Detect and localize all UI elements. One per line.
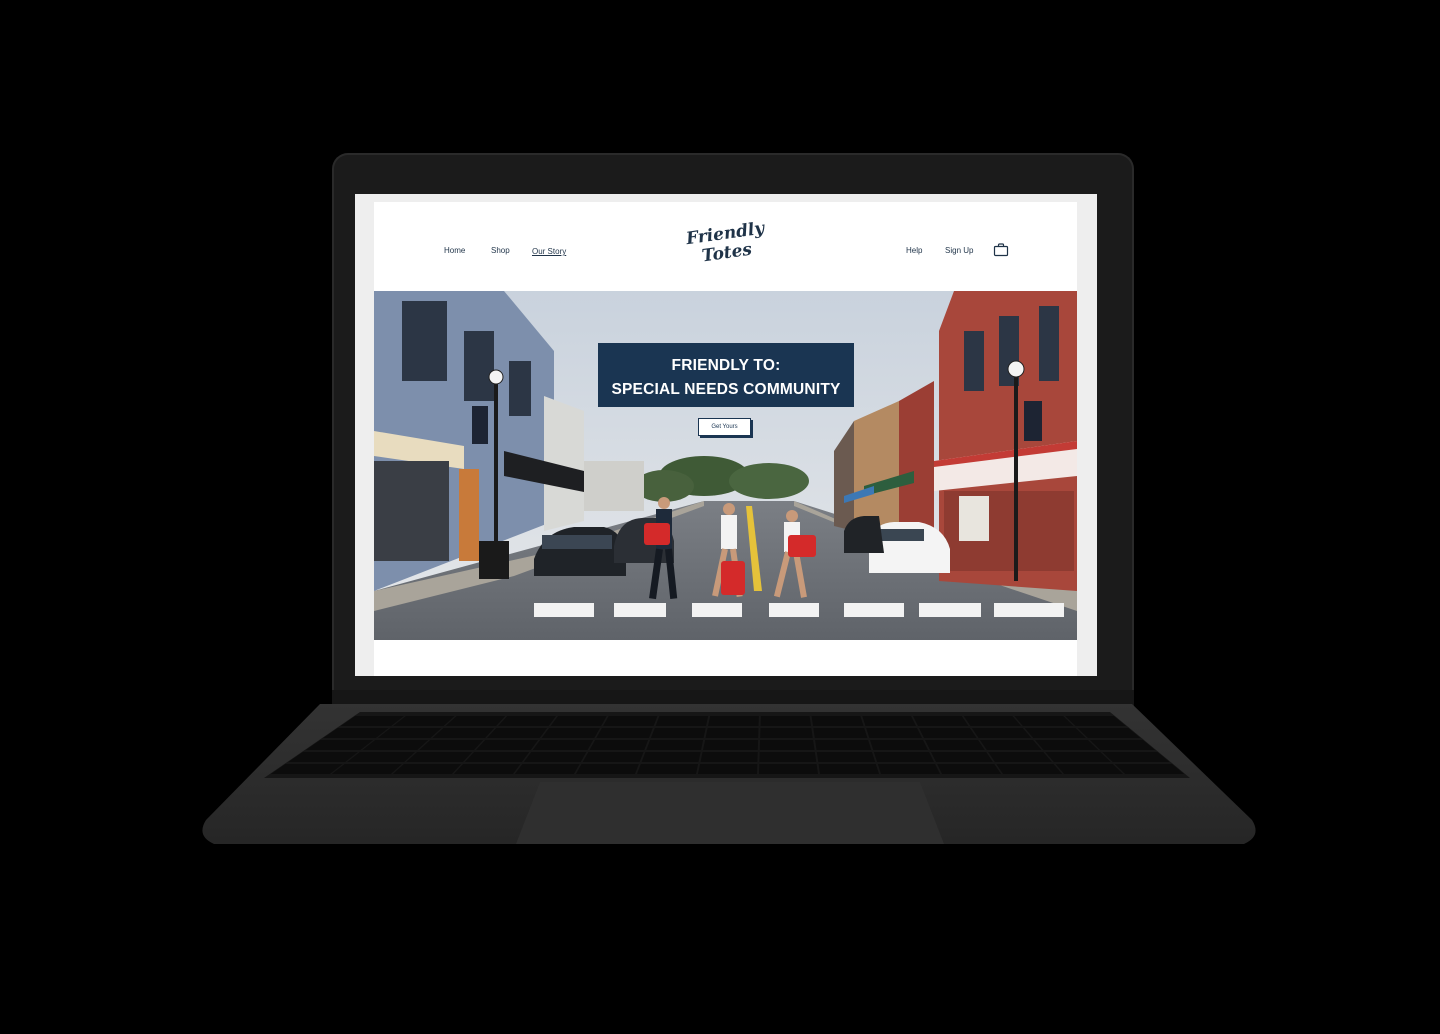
keyboard-key [877, 764, 941, 774]
keyboard-key [1114, 764, 1185, 774]
keyboard-key [700, 752, 758, 762]
trackpad [516, 782, 944, 844]
keyboard-key [818, 764, 880, 774]
keyboard-key [589, 740, 649, 750]
keyboard-key [760, 728, 813, 738]
keyboard-key [514, 764, 580, 774]
keyboard-key [919, 728, 977, 738]
keyboard-key [392, 764, 462, 774]
keyboard-key [862, 716, 917, 726]
keyboard-key [1014, 716, 1074, 726]
keyboard-key [913, 716, 969, 726]
keyboard-key [705, 728, 759, 738]
keyboard-key [487, 728, 548, 738]
keyboard-key [453, 764, 521, 774]
keyboard-key [641, 752, 701, 762]
keyboard-key [475, 740, 539, 750]
keyboard-key [550, 716, 607, 726]
keyboard-key [866, 728, 923, 738]
keyboard-key [596, 728, 653, 738]
keyboard-key [870, 740, 929, 750]
keyboard-key [541, 728, 600, 738]
keyboard-keys [270, 716, 1185, 774]
keyboard-key [419, 740, 484, 750]
keyboard-key [815, 740, 872, 750]
keyboard-key [811, 716, 864, 726]
keyboard-key [980, 740, 1042, 750]
keyboard-key [708, 716, 759, 726]
keyboard-key [1024, 728, 1086, 738]
keyboard-key [813, 728, 868, 738]
keyboard-key [937, 764, 1002, 774]
keyboard-key [759, 740, 815, 750]
keyboard-key [760, 716, 812, 726]
keyboard-key [1034, 740, 1099, 750]
keyboard-key [650, 728, 706, 738]
keyboard-key [925, 740, 985, 750]
keyboard-key [697, 764, 758, 774]
keyboard-key [988, 752, 1052, 762]
keyboard-key [1055, 764, 1124, 774]
keyboard-key [873, 752, 935, 762]
keyboard-key [582, 752, 644, 762]
keyboard-key [523, 752, 587, 762]
keyboard-key [703, 740, 759, 750]
keyboard-key [931, 752, 993, 762]
keyboard-key [963, 716, 1021, 726]
keyboard-key [759, 752, 817, 762]
keyboard-key [816, 752, 876, 762]
keyboard-key [758, 764, 819, 774]
keyboard-key [575, 764, 639, 774]
keyboard-key [498, 716, 557, 726]
keyboard-key [646, 740, 704, 750]
keyboard-key [971, 728, 1032, 738]
keyboard-key [636, 764, 699, 774]
keyboard-key [603, 716, 658, 726]
keyboard-key [532, 740, 594, 750]
keyboard-key [464, 752, 530, 762]
laptop-keyboard-deck [202, 690, 1256, 844]
keyboard-key [996, 764, 1063, 774]
keyboard-key [406, 752, 473, 762]
keyboard-key [1045, 752, 1111, 762]
keyboard-key [655, 716, 709, 726]
